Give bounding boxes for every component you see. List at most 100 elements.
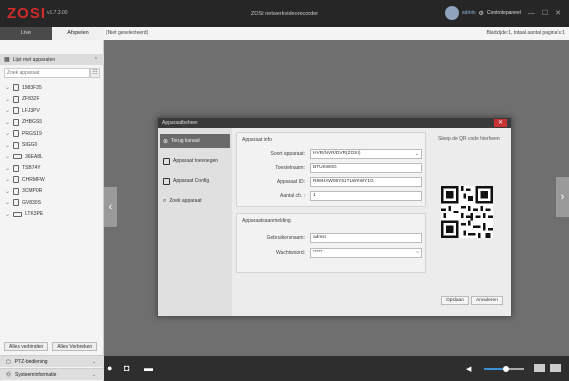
device-name: ZF832F: [22, 96, 40, 103]
chevron-down-icon[interactable]: ⌄: [5, 107, 10, 114]
device-search-row: ☷: [4, 68, 100, 78]
list-item[interactable]: ⌄ TSB74Y: [2, 163, 102, 175]
chevron-down-icon: ⌄: [414, 151, 419, 157]
ptz-control-menu[interactable]: ▢ PTZ-bediening ⌄: [0, 355, 104, 367]
dialog-close-button[interactable]: ✕: [494, 119, 507, 127]
close-icon[interactable]: ✕: [555, 9, 561, 17]
camera-icon: [13, 164, 19, 172]
list-item[interactable]: ⌄ LTK3PE: [2, 209, 102, 221]
layout-single-icon[interactable]: [534, 364, 545, 372]
chevron-down-icon[interactable]: ⌄: [5, 84, 10, 91]
channels-row: Aantal ch. : 1: [237, 191, 427, 201]
device-list-header[interactable]: ▦ Lijst met apparaten ⌃: [0, 54, 104, 65]
chevron-down-icon[interactable]: ⌄: [5, 130, 10, 137]
list-item[interactable]: ⌄ 3CMP0R: [2, 186, 102, 198]
chevron-down-icon[interactable]: ⌄: [5, 199, 10, 206]
list-item[interactable]: ⌄ ZHBGS5: [2, 117, 102, 129]
record-icon[interactable]: ●: [107, 363, 112, 373]
nav-device-config[interactable]: Apparaat Config: [160, 174, 230, 188]
device-type-value: HVR/NVR/DVR(ZOSI): [313, 151, 361, 156]
volume-slider[interactable]: [484, 366, 524, 372]
layout-grid-icon[interactable]: [550, 364, 561, 372]
device-search-input[interactable]: [4, 68, 90, 78]
gear-icon[interactable]: ⚙: [479, 10, 484, 17]
chevron-down-icon[interactable]: ⌄: [5, 176, 10, 183]
system-info-label: Systeeminformatie: [15, 371, 57, 378]
save-button[interactable]: Opslaan: [441, 296, 469, 305]
device-name: LFJ3PV: [22, 107, 40, 114]
video-icon[interactable]: ▬: [144, 363, 153, 373]
chevron-down-icon[interactable]: ⌄: [5, 165, 10, 172]
volume-knob[interactable]: [503, 366, 509, 372]
password-field[interactable]: ***** ~: [310, 248, 422, 258]
dvr-icon: [13, 154, 22, 160]
cancel-button[interactable]: Annuleren: [471, 296, 503, 305]
device-id-field[interactable]: R89HAW05Y51TLWKWY1G: [310, 177, 422, 187]
selection-info-bar: (Niet geselecteerd) Bladzijde:1, totaal …: [104, 27, 569, 40]
chevron-down-icon[interactable]: ⌄: [5, 153, 10, 160]
nav-label: Apparaat Config: [173, 178, 210, 184]
nav-back-channel[interactable]: ⊕ Terug kanaal: [160, 134, 230, 148]
channels-label: Aantal ch. :: [279, 193, 305, 199]
camera-icon: [13, 199, 19, 207]
chevron-down-icon[interactable]: ⌄: [5, 142, 10, 149]
previous-page-button[interactable]: ‹: [104, 187, 117, 227]
camera-icon: [13, 176, 19, 184]
speaker-icon[interactable]: ◀: [466, 365, 471, 373]
info-icon: ⓪: [6, 372, 12, 378]
device-name: LTK3PE: [25, 211, 44, 218]
maximize-icon[interactable]: ☐: [542, 9, 548, 17]
panel-title: Apparaatsaanmelding: [242, 218, 291, 224]
list-item[interactable]: ⌄ LFJ3PV: [2, 105, 102, 117]
disconnect-all-button[interactable]: Alles Verbreken: [52, 342, 98, 351]
ptz-icon: ▢: [6, 358, 11, 365]
device-type-select[interactable]: HVR/NVR/DVR(ZOSI) ⌄: [310, 149, 422, 159]
list-item[interactable]: ⌄ ZF832F: [2, 94, 102, 106]
sidebar-tabs: Live Afspelen: [0, 27, 104, 40]
system-info-menu[interactable]: ⓪ Systeeminformatie ⌄: [0, 368, 104, 380]
camera-icon: [13, 107, 19, 115]
connect-all-button[interactable]: Alles verbinden: [4, 342, 49, 351]
device-management-dialog: Apparaatbeheer ✕ ⊕ Terug kanaal Apparaat…: [157, 117, 512, 317]
tab-playback[interactable]: Afspelen: [52, 27, 104, 40]
device-name-field[interactable]: BTUKW0G: [310, 163, 422, 173]
device-name: CHRMFW: [22, 176, 45, 183]
list-item[interactable]: ⌄ CHRMFW: [2, 174, 102, 186]
list-item[interactable]: ⌄ GV830S: [2, 197, 102, 209]
nav-search-device[interactable]: ⌕ Zoek apparaat: [160, 194, 230, 208]
device-name: 1983F35: [22, 84, 42, 91]
qr-code-icon[interactable]: [441, 186, 493, 238]
device-name: GV830S: [22, 199, 41, 206]
device-type-row: Soort apparaat: HVR/NVR/DVR(ZOSI) ⌄: [237, 149, 427, 159]
user-name[interactable]: admin: [462, 10, 476, 16]
chevron-down-icon[interactable]: ⌄: [5, 96, 10, 103]
chevron-down-icon[interactable]: ⌄: [5, 211, 10, 218]
device-name-label: Toestelnaam:: [275, 165, 305, 171]
username-field[interactable]: admin: [310, 233, 422, 243]
device-name: TSB74Y: [22, 165, 41, 172]
device-id-label: Apparaat ID:: [276, 179, 305, 185]
username-row: Gebruikersnaam: admin: [237, 233, 427, 243]
show-password-icon[interactable]: ~: [416, 249, 419, 257]
camera-icon: [13, 130, 19, 138]
close-icon: ✕: [497, 120, 504, 126]
channels-field[interactable]: 1: [310, 191, 422, 201]
list-item[interactable]: ⌄ PRGS19: [2, 128, 102, 140]
tab-live[interactable]: Live: [0, 27, 52, 40]
nav-add-device[interactable]: Apparaat toevoegen: [160, 154, 230, 168]
chevron-down-icon[interactable]: ⌄: [5, 119, 10, 126]
next-page-button[interactable]: ›: [556, 177, 569, 217]
avatar[interactable]: [444, 6, 459, 20]
chevron-down-icon[interactable]: ⌄: [5, 188, 10, 195]
search-icon: ⌕: [163, 197, 167, 204]
list-item[interactable]: ⌄ 1983F35: [2, 82, 102, 94]
control-panel-link[interactable]: Controlepaneel: [487, 10, 521, 16]
nav-label: Apparaat toevoegen: [173, 158, 219, 164]
device-name: 36EA8L: [25, 153, 43, 160]
sidebar: Live Afspelen ▦ Lijst met apparaten ⌃ ☷ …: [0, 27, 104, 381]
grid-view-icon[interactable]: ☷: [90, 68, 100, 78]
minimize-icon[interactable]: —: [528, 10, 535, 17]
list-item[interactable]: ⌄ 36EA8L: [2, 151, 102, 163]
camera-snapshot-icon[interactable]: ◘: [124, 363, 129, 373]
list-item[interactable]: ⌄ SIGG0: [2, 140, 102, 152]
